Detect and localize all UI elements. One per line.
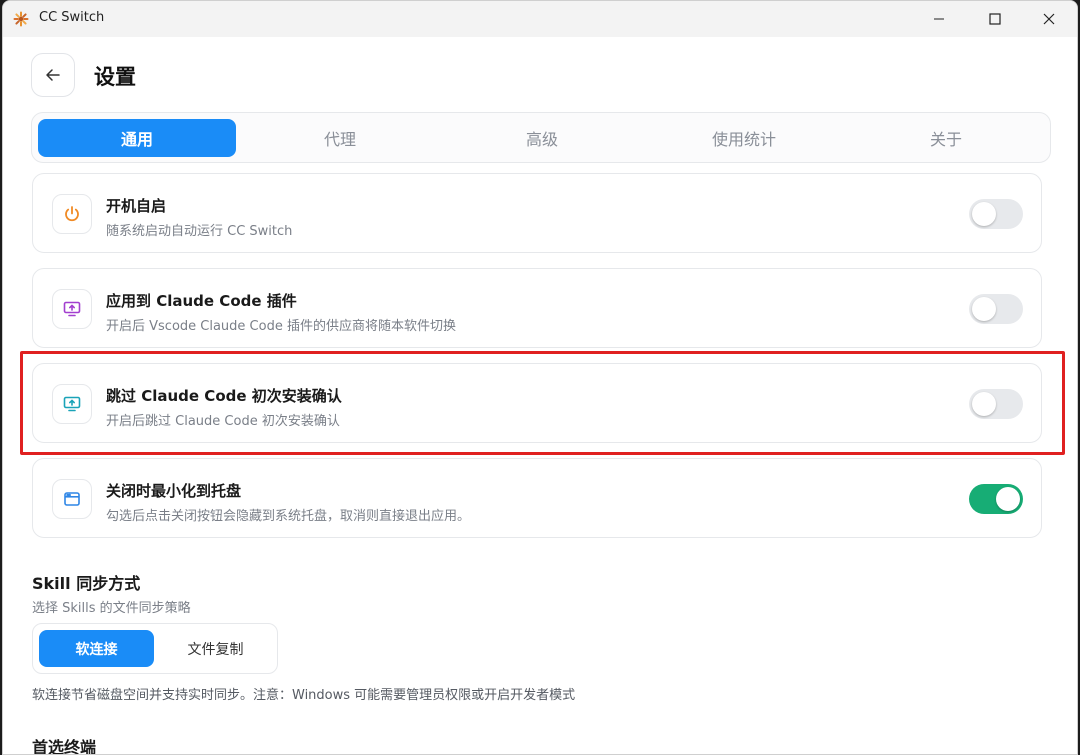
monitor-upload-icon <box>52 289 92 329</box>
title-bar: CC Switch <box>3 1 1077 37</box>
tab-usage-stats[interactable]: 使用统计 <box>645 119 843 157</box>
close-button[interactable] <box>1025 1 1073 37</box>
claude-plugin-toggle[interactable] <box>969 294 1023 324</box>
arrow-left-icon <box>46 69 60 81</box>
toggle-knob <box>996 487 1020 511</box>
autostart-toggle[interactable] <box>969 199 1023 229</box>
file-copy-option-button[interactable]: 文件复制 <box>158 630 273 667</box>
symlink-option-button[interactable]: 软连接 <box>39 630 154 667</box>
setting-minimize-to-tray-card: 关闭时最小化到托盘 勾选后点击关闭按钮会隐藏到系统托盘，取消则直接退出应用。 <box>32 458 1042 538</box>
setting-claude-plugin-card: 应用到 Claude Code 插件 开启后 Vscode Claude Cod… <box>32 268 1042 348</box>
maximize-button[interactable] <box>971 1 1019 37</box>
highlight-annotation-box <box>20 351 1065 455</box>
minimize-to-tray-toggle[interactable] <box>969 484 1023 514</box>
settings-tabs: 通用 代理 高级 使用统计 关于 <box>31 112 1051 163</box>
tab-advanced[interactable]: 高级 <box>443 119 641 157</box>
tab-about[interactable]: 关于 <box>847 119 1045 157</box>
skill-sync-note: 软连接节省磁盘空间并支持实时同步。注意：Windows 可能需要管理员权限或开启… <box>32 688 576 703</box>
setting-description: 随系统启动自动运行 CC Switch <box>106 224 293 239</box>
setting-title: 应用到 Claude Code 插件 <box>106 292 297 310</box>
preferred-terminal-title: 首选终端 <box>32 738 97 755</box>
close-icon <box>1043 13 1055 25</box>
setting-autostart-card: 开机自启 随系统启动自动运行 CC Switch <box>32 173 1042 253</box>
minimize-icon <box>934 18 944 20</box>
toggle-knob <box>972 202 996 226</box>
tab-general[interactable]: 通用 <box>38 119 236 157</box>
window-tray-icon <box>52 479 92 519</box>
minimize-button[interactable] <box>915 1 963 37</box>
app-window: CC Switch 设置 通用 代理 高级 使用统计 关于 开机自启 随系统启动… <box>2 0 1078 755</box>
power-icon <box>52 194 92 234</box>
toggle-knob <box>972 297 996 321</box>
back-button[interactable] <box>31 53 75 97</box>
setting-description: 开启后 Vscode Claude Code 插件的供应商将随本软件切换 <box>106 319 456 334</box>
setting-description: 勾选后点击关闭按钮会隐藏到系统托盘，取消则直接退出应用。 <box>106 509 471 524</box>
skill-sync-title: Skill 同步方式 <box>32 574 141 593</box>
setting-title: 关闭时最小化到托盘 <box>106 482 242 500</box>
maximize-icon <box>989 13 1001 25</box>
app-logo-icon <box>13 11 29 27</box>
window-title: CC Switch <box>39 10 105 25</box>
tab-proxy[interactable]: 代理 <box>241 119 439 157</box>
page-title: 设置 <box>94 65 136 89</box>
skill-sync-mode-selector: 软连接 文件复制 <box>32 623 278 674</box>
setting-title: 开机自启 <box>106 197 167 215</box>
skill-sync-description: 选择 Skills 的文件同步策略 <box>32 601 191 616</box>
